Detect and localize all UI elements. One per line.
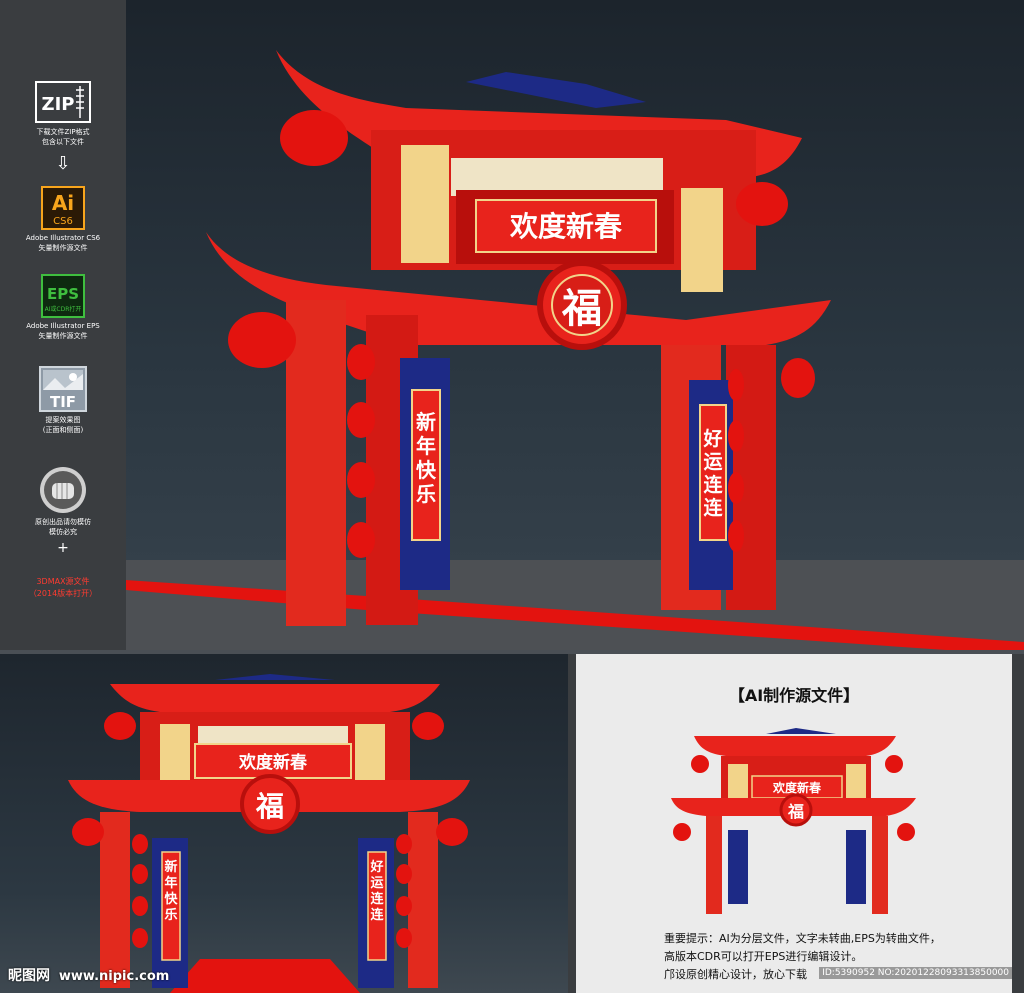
arch-render: 欢度新春 福	[126, 50, 1024, 650]
tif-caption-2: (正面和侧面)	[42, 426, 84, 434]
ai-item: Ai CS6 Adobe Illustrator CS6 矢量制作源文件	[0, 186, 126, 253]
right-couplet: 好运连连	[703, 428, 723, 519]
tif-item: TIF 提案效果图 (正面和侧面)	[0, 366, 126, 435]
eps-item: EPS AI或CDR打开 Adobe Illustrator EPS 矢量制作源…	[0, 274, 126, 341]
front-fu: 福	[255, 790, 284, 823]
ai-preview-title: 欢度新春	[772, 780, 822, 795]
sidebar: ZIP 下载文件ZIP格式 包含以下文件 ⇩ Ai CS6 Adobe Illu…	[0, 0, 126, 650]
ai-icon: Ai CS6	[41, 186, 85, 230]
eps-icon: EPS AI或CDR打开	[41, 274, 85, 318]
fu-character: 福	[561, 285, 602, 332]
max-caption-1: 3DMAX源文件	[36, 577, 90, 586]
ai-panel-title: 【AI制作源文件】	[728, 686, 860, 705]
ai-source-panel: 【AI制作源文件】 欢度新春 福 重要提示：AI为分层文件，文字未转曲,EPS为…	[576, 654, 1012, 993]
down-arrow-icon: ⇩	[55, 153, 71, 174]
front-banner-title: 欢度新春	[238, 752, 307, 773]
watermark-logo: 昵图网	[8, 968, 50, 984]
note-line-2: 高版本CDR可以打开EPS进行编辑设计。	[664, 950, 863, 963]
front-arch: 欢度新春 福	[68, 674, 470, 993]
watermark: 昵图网 www.nipic.com	[8, 965, 169, 985]
banner-title: 欢度新春	[509, 210, 622, 243]
zip-label: ZIP	[42, 94, 75, 115]
fist-item: 原创出品请勿模仿 模仿必究	[0, 466, 126, 537]
tif-label: TIF	[50, 393, 76, 411]
zip-caption-2: 包含以下文件	[42, 138, 84, 146]
zip-caption-1: 下载文件ZIP格式	[36, 128, 90, 136]
ai-caption-1: Adobe Illustrator CS6	[25, 234, 101, 242]
note-line-1: 重要提示：AI为分层文件，文字未转曲,EPS为转曲文件，	[664, 932, 941, 945]
left-couplet: 新年快乐	[416, 410, 436, 506]
max-caption-2: （2014版本打开）	[28, 589, 98, 598]
eps-sub: AI或CDR打开	[45, 305, 82, 313]
front-view-render: 欢度新春 福 新年快乐 好运连连	[0, 654, 568, 993]
zip-icon: ZIP	[35, 81, 91, 123]
divider	[568, 654, 576, 993]
front-left-couplet: 新年快乐	[164, 860, 178, 923]
fist-icon	[40, 467, 86, 513]
ai-preview-fu: 福	[787, 802, 804, 821]
zip-item: ZIP 下载文件ZIP格式 包含以下文件	[0, 80, 126, 147]
fist-caption-1: 原创出品请勿模仿	[35, 518, 91, 526]
max-item: 3DMAX源文件 （2014版本打开）	[0, 574, 126, 599]
image-id: ID:5390952 NO:20201228093313850000	[819, 967, 1012, 979]
front-right-couplet: 好运连连	[370, 860, 384, 923]
plus-icon: +	[57, 540, 69, 556]
eps-caption-2: 矢量制作源文件	[38, 332, 88, 340]
eps-label: EPS	[47, 285, 79, 303]
watermark-url: www.nipic.com	[58, 969, 170, 984]
ai-arch-preview: 欢度新春 福	[671, 728, 916, 914]
right-edge	[1012, 654, 1024, 993]
fist-caption-2: 模仿必究	[49, 528, 77, 536]
ai-caption-2: 矢量制作源文件	[38, 244, 88, 252]
tif-caption-1: 提案效果图	[45, 416, 81, 424]
ai-sub: CS6	[53, 216, 73, 227]
ai-label: Ai	[52, 191, 74, 215]
eps-caption-1: Adobe Illustrator EPS	[26, 322, 100, 330]
main-render-view: 欢度新春 福 新年快乐 好运连连	[126, 0, 1024, 650]
tif-icon: TIF	[39, 366, 87, 412]
